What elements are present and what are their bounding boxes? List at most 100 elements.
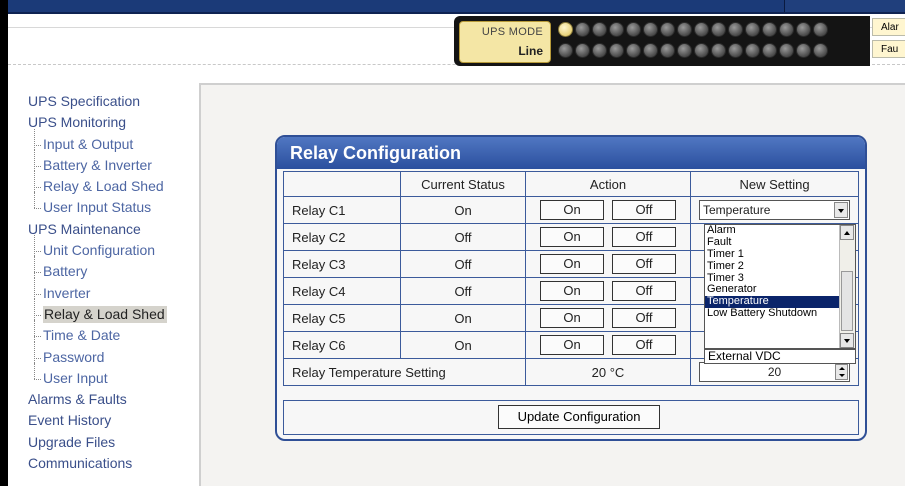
relay-action-cell: On Off bbox=[525, 304, 691, 332]
relay-action-cell: On Off bbox=[525, 331, 691, 359]
sidebar-item-label: Communications bbox=[28, 455, 133, 472]
status-led-icon bbox=[592, 22, 607, 37]
relay-action-cell: On Off bbox=[525, 250, 691, 278]
sidebar-item[interactable]: Inverter bbox=[28, 277, 198, 305]
temperature-input[interactable]: 20 bbox=[699, 362, 850, 382]
status-led-icon bbox=[762, 43, 777, 58]
status-led-icon bbox=[575, 22, 590, 37]
status-led-icon bbox=[558, 22, 573, 37]
relay-name: Relay C6 bbox=[283, 331, 401, 359]
sidebar-item[interactable]: Password bbox=[28, 341, 198, 369]
status-led-icon bbox=[677, 43, 692, 58]
relay-on-button[interactable]: On bbox=[540, 254, 604, 274]
dropdown-option[interactable]: Timer 1 bbox=[705, 248, 855, 261]
sidebar-item[interactable]: UPS Monitoring bbox=[28, 113, 198, 134]
sidebar-item[interactable]: Battery & Inverter bbox=[28, 149, 198, 177]
chevron-down-icon[interactable] bbox=[834, 202, 848, 218]
sidebar-item-label: Relay & Load Shed bbox=[43, 305, 167, 323]
relay-name: Relay C1 bbox=[283, 196, 401, 224]
sidebar-item-label: UPS Specification bbox=[28, 93, 141, 109]
status-led-icon bbox=[745, 43, 760, 58]
app-window: UPS MODE Line Alar Fau UPS Specification… bbox=[8, 0, 905, 486]
relay-on-button[interactable]: On bbox=[540, 335, 604, 355]
relay-status: On bbox=[400, 331, 526, 359]
relay-action-cell: On Off bbox=[525, 277, 691, 305]
column-header: Action bbox=[525, 171, 691, 197]
sidebar-item-label: User Input bbox=[43, 369, 108, 386]
sidebar-item[interactable]: Alarms & Faults bbox=[28, 390, 198, 411]
sidebar-item-label: Alarms & Faults bbox=[28, 391, 127, 408]
relay-c6-select-value[interactable]: External VDC bbox=[704, 349, 856, 364]
relay-action-cell: On Off bbox=[525, 223, 691, 251]
relay-off-button[interactable]: Off bbox=[612, 281, 676, 301]
sidebar-item[interactable]: Upgrade Files bbox=[28, 433, 198, 454]
scroll-down-arrow-icon[interactable] bbox=[840, 333, 854, 348]
sidebar-item[interactable]: Relay & Load Shed bbox=[28, 171, 198, 198]
sidebar-item-label: Upgrade Files bbox=[28, 433, 116, 450]
relay-off-button[interactable]: Off bbox=[612, 227, 676, 247]
sidebar-nav: UPS Specification UPS Monitoring Input & O… bbox=[28, 92, 198, 475]
ups-mode-box: UPS MODE Line bbox=[459, 21, 551, 63]
fault-indicator: Fau bbox=[872, 40, 905, 58]
status-led-icon bbox=[626, 43, 641, 58]
relay-status: On bbox=[400, 304, 526, 332]
sidebar-item-label: Password bbox=[43, 348, 105, 365]
sidebar-item[interactable]: User Input Status bbox=[28, 192, 198, 219]
top-bar bbox=[8, 0, 905, 14]
sidebar-item[interactable]: Unit Configuration bbox=[28, 234, 198, 262]
relay-name: Relay C3 bbox=[283, 250, 401, 278]
status-led-icon bbox=[796, 43, 811, 58]
sidebar-item-label: Time & Date bbox=[43, 327, 121, 344]
sidebar-item[interactable]: Event History bbox=[28, 411, 198, 432]
status-led-icon bbox=[694, 22, 709, 37]
status-led-row bbox=[558, 43, 828, 58]
relay-status: Off bbox=[400, 250, 526, 278]
sidebar-item[interactable]: Battery bbox=[28, 256, 198, 283]
relay-on-button[interactable]: On bbox=[540, 227, 604, 247]
dropdown-option[interactable]: Fault bbox=[705, 236, 855, 249]
sidebar-item[interactable]: UPS Maintenance bbox=[28, 220, 198, 241]
sidebar-item[interactable]: Time & Date bbox=[28, 320, 198, 347]
scroll-thumb[interactable] bbox=[841, 271, 853, 331]
sidebar-item-label: Battery & Inverter bbox=[43, 156, 152, 173]
status-led-icon bbox=[796, 22, 811, 37]
sidebar-item-label: UPS Maintenance bbox=[28, 220, 141, 237]
relay-action-cell: On Off bbox=[525, 196, 691, 224]
relay-off-button[interactable]: Off bbox=[612, 335, 676, 355]
sidebar-item[interactable]: User Input bbox=[28, 362, 198, 390]
sidebar-item-label: Battery bbox=[43, 263, 88, 280]
sidebar-item[interactable]: Communications bbox=[28, 454, 198, 475]
table-header-row: Current Status Action New Setting bbox=[283, 171, 859, 197]
status-led-icon bbox=[609, 22, 624, 37]
status-led-icon bbox=[660, 43, 675, 58]
dropdown-scrollbar[interactable] bbox=[839, 225, 855, 348]
update-configuration-button[interactable]: Update Configuration bbox=[498, 405, 660, 429]
status-led-icon bbox=[813, 22, 828, 37]
setting-dropdown-list[interactable]: Alarm Fault Timer 1 Timer 2 Timer 3 Generator… bbox=[704, 224, 856, 349]
sidebar-item[interactable]: Input & Output bbox=[28, 128, 198, 156]
spinner-arrows-icon[interactable] bbox=[835, 364, 848, 380]
relay-setting-select[interactable]: Temperature bbox=[699, 200, 850, 220]
dropdown-option[interactable]: Timer 2 bbox=[705, 260, 855, 273]
relay-off-button[interactable]: Off bbox=[612, 200, 676, 220]
status-led-icon bbox=[745, 22, 760, 37]
dropdown-option[interactable]: Low Battery Shutdown bbox=[705, 307, 855, 320]
ups-mode-label: UPS MODE bbox=[481, 26, 543, 38]
sidebar-item[interactable]: UPS Specification bbox=[28, 92, 198, 113]
status-led-icon bbox=[575, 43, 590, 58]
sidebar-item-label: UPS Monitoring bbox=[28, 114, 127, 131]
relay-off-button[interactable]: Off bbox=[612, 254, 676, 274]
relay-status: Off bbox=[400, 277, 526, 305]
top-bar-right bbox=[784, 0, 905, 12]
relay-on-button[interactable]: On bbox=[540, 200, 604, 220]
relay-on-button[interactable]: On bbox=[540, 281, 604, 301]
status-led-icon bbox=[677, 22, 692, 37]
relay-on-button[interactable]: On bbox=[540, 308, 604, 328]
sidebar-item-label: Relay & Load Shed bbox=[43, 178, 164, 195]
panel-title: Relay Configuration bbox=[277, 137, 865, 169]
status-led-icon bbox=[558, 43, 573, 58]
sidebar-item-label: Unit Configuration bbox=[43, 242, 156, 259]
relay-off-button[interactable]: Off bbox=[612, 308, 676, 328]
scroll-up-arrow-icon[interactable] bbox=[840, 225, 854, 240]
sidebar-item[interactable]: Relay & Load Shed bbox=[28, 298, 198, 326]
